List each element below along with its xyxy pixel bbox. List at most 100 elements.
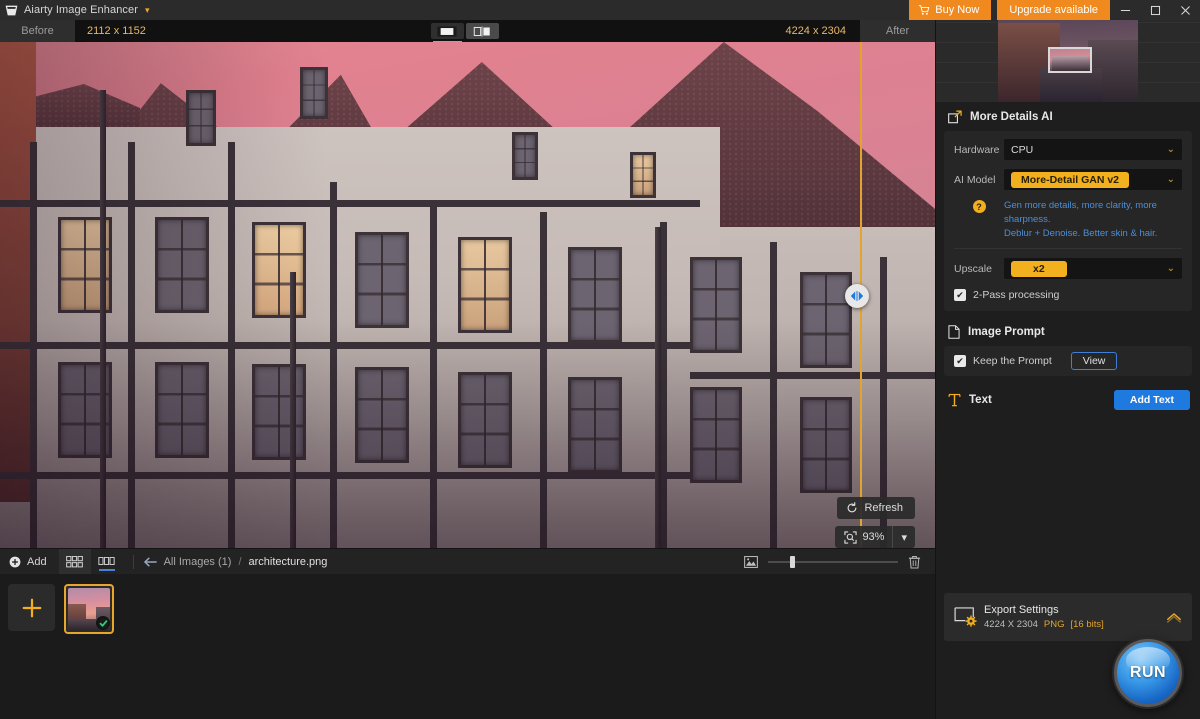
run-label: RUN: [1129, 664, 1167, 681]
upgrade-available-button[interactable]: Upgrade available: [997, 0, 1110, 20]
breadcrumb-separator: /: [238, 555, 242, 568]
upscale-select[interactable]: x2 ⌄: [1004, 258, 1182, 280]
zoom-fit-icon[interactable]: [835, 530, 862, 544]
hardware-select[interactable]: CPU ⌄: [1004, 139, 1182, 160]
refresh-button[interactable]: Refresh: [837, 497, 915, 519]
drainpipe: [290, 272, 296, 548]
timber-beam: [30, 142, 37, 548]
add-image-tile[interactable]: [8, 584, 55, 631]
two-pass-checkbox[interactable]: ✔: [954, 289, 966, 302]
hardware-value: CPU: [1011, 143, 1034, 156]
thumbnail-size-icon: [744, 555, 758, 568]
help-icon[interactable]: ?: [972, 200, 986, 213]
split-view-icon[interactable]: [465, 23, 499, 39]
add-text-button[interactable]: Add Text: [1113, 390, 1190, 411]
window: [355, 232, 409, 328]
window: [800, 397, 852, 493]
compare-slider-handle-icon[interactable]: [845, 284, 869, 308]
window: [800, 272, 852, 368]
section-header-more-details: More Details AI: [936, 102, 1200, 131]
toolbar-spacer-right: [499, 20, 772, 42]
add-label: Add: [27, 555, 47, 568]
settings-divider: [954, 248, 1182, 250]
title-bar: Aiarty Image Enhancer ▾ Buy Now Upgrade …: [0, 0, 1200, 20]
back-arrow-icon[interactable]: [143, 557, 157, 567]
dormer-window: [512, 132, 538, 180]
timber-beam: [770, 242, 777, 548]
minimize-button[interactable]: [1110, 0, 1140, 20]
window: [568, 377, 622, 473]
ai-model-value: More-Detail GAN v2: [1011, 171, 1130, 188]
timber-beam: [690, 372, 935, 379]
trash-icon[interactable]: [908, 555, 921, 569]
run-button[interactable]: RUN: [1114, 639, 1182, 707]
thumbnail-size-slider[interactable]: [768, 555, 898, 569]
two-pass-label: 2-Pass processing: [973, 289, 1060, 302]
export-details: 4224 X 2304 PNG [16 bits]: [984, 619, 1104, 630]
window: [155, 362, 209, 458]
close-button[interactable]: [1170, 0, 1200, 20]
compare-toolbar: Before 2112 x 1152 4224 x 2304 After: [0, 20, 936, 42]
timber-beam: [430, 202, 437, 548]
add-button[interactable]: Add: [0, 549, 59, 575]
dormer-window: [300, 67, 328, 119]
cart-icon: [918, 4, 930, 16]
app-title: Aiarty Image Enhancer: [24, 4, 138, 16]
document-icon: [948, 325, 960, 340]
text-tool-icon: [948, 393, 961, 407]
hardware-row: Hardware CPU ⌄: [954, 139, 1182, 160]
upscale-row: Upscale x2 ⌄: [954, 258, 1182, 280]
toolbar-spacer-left: [157, 20, 430, 42]
drainpipe: [100, 90, 106, 548]
image-canvas[interactable]: Refresh 93% ▾: [0, 42, 935, 548]
buy-now-button[interactable]: Buy Now: [909, 0, 992, 20]
more-details-settings: Hardware CPU ⌄ AI Model More-Detail GAN …: [944, 131, 1192, 312]
section-header-image-prompt: Image Prompt: [936, 317, 1200, 347]
filmstrip-view-icon[interactable]: [91, 549, 123, 575]
timber-beam: [660, 222, 667, 548]
upscale-value: x2: [1011, 260, 1067, 277]
app-logo-icon: [0, 0, 22, 20]
export-dimensions: 4224 X 2304: [984, 619, 1038, 630]
file-toolbar: Add All Images (1) / architecture.png: [0, 548, 935, 575]
toolbar-divider: [132, 554, 134, 569]
single-view-icon[interactable]: [430, 23, 464, 42]
chevron-down-icon: ⌄: [1166, 143, 1175, 155]
export-settings-icon: [954, 607, 984, 627]
run-area: RUN: [936, 639, 1200, 719]
timber-beam: [128, 142, 135, 548]
window: [690, 257, 742, 353]
model-description-text: Gen more details, more clarity, more sha…: [1004, 199, 1182, 240]
before-dimensions: 2112 x 1152: [75, 20, 158, 42]
chevron-down-icon[interactable]: ▾: [892, 526, 915, 548]
chevron-up-icon[interactable]: [1166, 612, 1182, 623]
drainpipe: [655, 227, 661, 548]
slider-thumb[interactable]: [790, 555, 795, 568]
chevron-down-icon: ⌄: [1166, 262, 1175, 274]
preview-thumbnail[interactable]: [936, 20, 1200, 102]
list-item[interactable]: [64, 584, 114, 634]
ai-model-select[interactable]: More-Detail GAN v2 ⌄: [1004, 169, 1182, 190]
view-prompt-button[interactable]: View: [1070, 352, 1118, 371]
zoom-control[interactable]: 93% ▾: [835, 526, 915, 548]
keep-prompt-row: ✔ Keep the Prompt View: [954, 352, 1182, 371]
refresh-label: Refresh: [864, 502, 903, 514]
preview-viewport-box[interactable]: [1048, 47, 1092, 73]
check-circle-icon: [96, 616, 110, 630]
export-text: Export Settings 4224 X 2304 PNG [16 bits…: [984, 604, 1104, 630]
ai-model-label: AI Model: [954, 173, 996, 186]
breadcrumb-root[interactable]: All Images (1): [164, 556, 232, 568]
app-window: Aiarty Image Enhancer ▾ Buy Now Upgrade …: [0, 0, 1200, 719]
section-header-text: Text Add Text: [936, 382, 1200, 418]
grid-view-icon[interactable]: [58, 548, 91, 575]
image-prompt-settings: ✔ Keep the Prompt View: [944, 346, 1192, 377]
filmstrip: [0, 574, 935, 719]
section-title: More Details AI: [970, 111, 1053, 123]
keep-prompt-checkbox[interactable]: ✔: [954, 355, 966, 368]
window: [155, 217, 209, 313]
timber-beam: [540, 212, 547, 548]
export-settings[interactable]: Export Settings 4224 X 2304 PNG [16 bits…: [944, 593, 1192, 641]
help-icon-wrap: ?: [954, 199, 1004, 213]
chevron-down-icon[interactable]: ▾: [145, 5, 150, 15]
maximize-button[interactable]: [1140, 0, 1170, 20]
